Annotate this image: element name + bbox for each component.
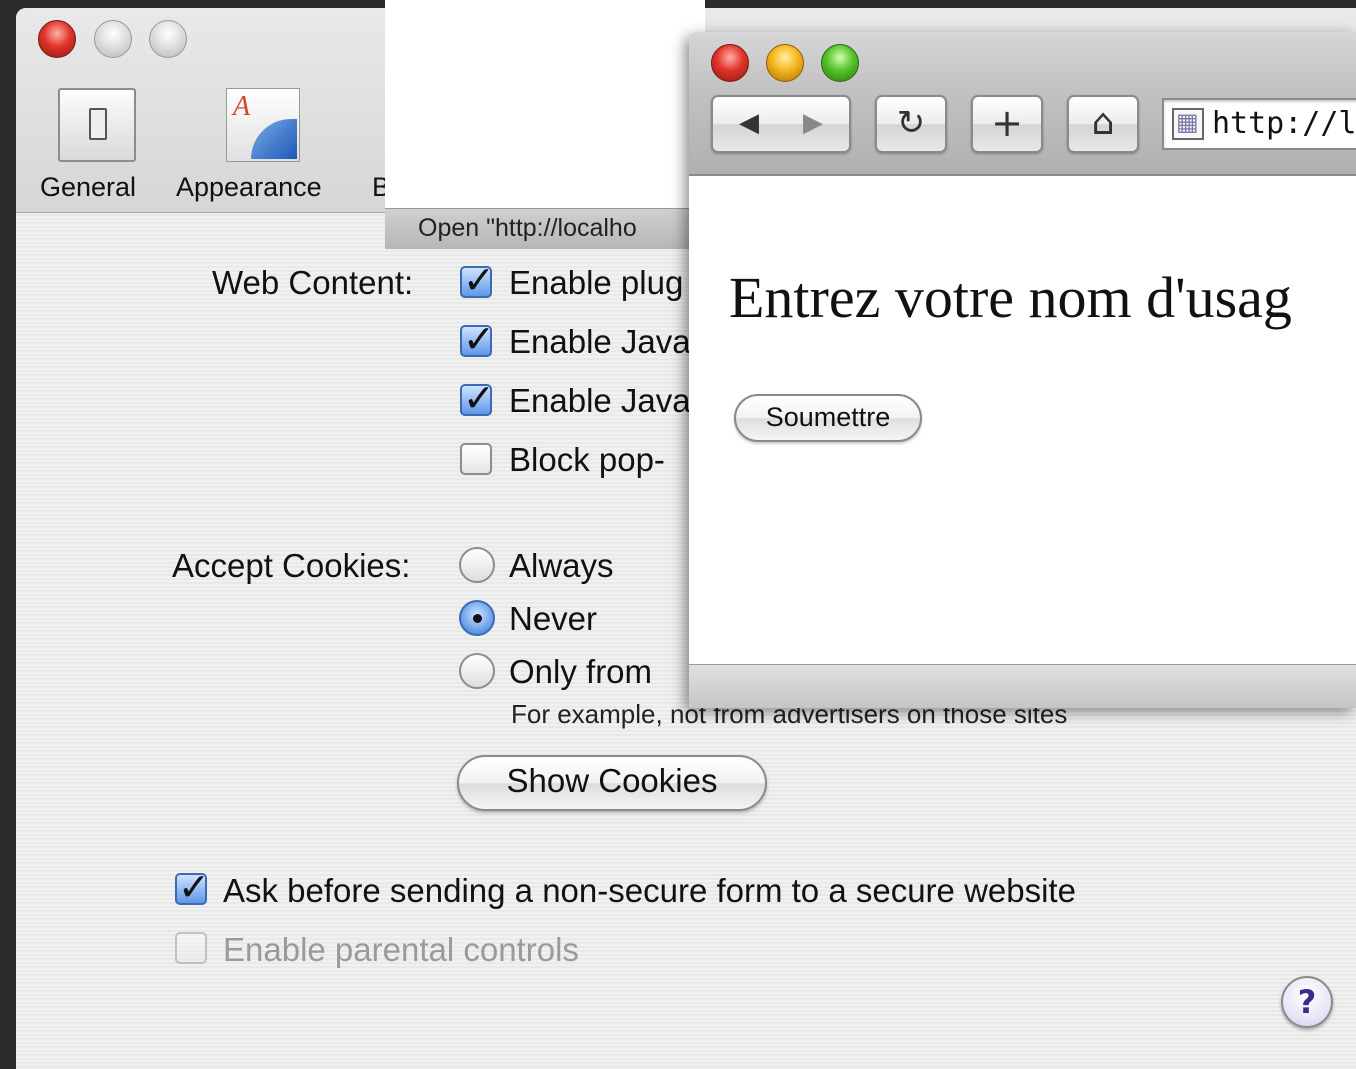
submit-button[interactable]: Soumettre: [734, 394, 922, 442]
enable-plugins-checkbox[interactable]: ✓: [460, 258, 495, 302]
parental-controls-label: Enable parental controls: [223, 931, 579, 968]
enable-java-label[interactable]: Enable Java: [509, 323, 691, 361]
general-switch-icon[interactable]: [58, 88, 136, 162]
cookies-never-label[interactable]: Never: [509, 600, 597, 638]
enable-javascript-checkbox[interactable]: ✓: [460, 376, 495, 420]
toolbar-appearance-label[interactable]: Appearance: [176, 172, 322, 203]
zoom-window-button[interactable]: [149, 20, 187, 58]
sheet-title-bar: Open "http://localho: [385, 208, 705, 249]
cookies-only-from-radio[interactable]: [459, 653, 495, 689]
home-icon: ⌂: [1091, 102, 1115, 143]
plus-icon: +: [991, 101, 1023, 145]
toolbar-general-label[interactable]: General: [40, 172, 136, 203]
minimize-window-button[interactable]: [94, 20, 132, 58]
sheet-title-text: Open "http://localho: [418, 214, 637, 242]
help-button[interactable]: ?: [1281, 976, 1333, 1028]
browser-minimize-button[interactable]: [766, 44, 804, 82]
browser-status-bar: [689, 664, 1356, 708]
open-url-sheet: Open "http://localho: [385, 0, 705, 249]
add-bookmark-button[interactable]: +: [971, 95, 1043, 153]
enable-plugins-label[interactable]: Enable plug: [509, 264, 683, 302]
parental-controls-checkbox: [175, 932, 207, 964]
enable-java-checkbox[interactable]: ✓: [460, 317, 495, 361]
enable-javascript-label[interactable]: Enable Java: [509, 382, 691, 420]
cookies-always-radio[interactable]: [459, 547, 495, 583]
reload-icon: ↻: [896, 103, 926, 143]
forward-arrow-icon[interactable]: ▶: [781, 97, 845, 149]
address-bar[interactable]: ▦ http://loc: [1162, 98, 1356, 150]
browser-zoom-button[interactable]: [821, 44, 859, 82]
back-forward-group: ◀ ▶: [711, 95, 851, 153]
close-window-button[interactable]: [38, 20, 76, 58]
ask-secure-form-label[interactable]: Ask before sending a non-secure form to …: [223, 872, 1076, 910]
cookies-never-radio[interactable]: [459, 600, 495, 636]
browser-close-button[interactable]: [711, 44, 749, 82]
page-heading: Entrez votre nom d'usag: [729, 265, 1292, 330]
web-content-label: Web Content:: [212, 264, 414, 301]
url-text[interactable]: http://loc: [1212, 106, 1356, 141]
back-arrow-icon[interactable]: ◀: [717, 97, 781, 149]
page-favicon-icon: ▦: [1172, 108, 1204, 140]
reload-button[interactable]: ↻: [875, 95, 947, 153]
cookies-always-label[interactable]: Always: [509, 547, 614, 585]
appearance-icon[interactable]: A: [226, 88, 300, 162]
show-cookies-button[interactable]: Show Cookies: [457, 755, 767, 811]
home-button[interactable]: ⌂: [1067, 95, 1139, 153]
ask-secure-form-checkbox[interactable]: ✓: [175, 865, 210, 909]
browser-window: ◀▶ ↻ + ⌂ ▦ http://loc Entrez votre nom d…: [689, 32, 1356, 708]
block-popups-checkbox[interactable]: [460, 443, 492, 475]
browser-toolbar: ◀▶ ↻ + ⌂ ▦ http://loc: [689, 32, 1356, 176]
accept-cookies-label: Accept Cookies:: [172, 547, 411, 584]
block-popups-label[interactable]: Block pop-: [509, 441, 665, 479]
cookies-only-from-label[interactable]: Only from: [509, 653, 652, 691]
